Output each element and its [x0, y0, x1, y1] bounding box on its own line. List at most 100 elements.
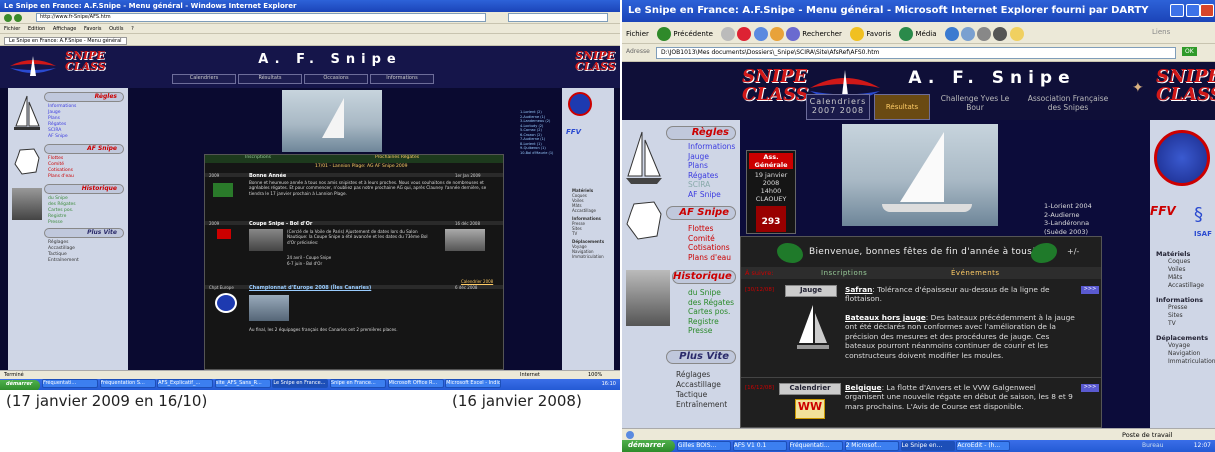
- nav-resultats[interactable]: Résultats: [238, 74, 302, 84]
- link-navigation[interactable]: Navigation: [1156, 350, 1212, 358]
- taskbar-item[interactable]: Microsoft Excel - Indic...: [445, 379, 502, 388]
- print-icon[interactable]: [977, 27, 992, 41]
- link-reglages[interactable]: Réglages: [676, 370, 727, 380]
- col-inscriptions[interactable]: Inscriptions: [821, 269, 867, 277]
- link-regates[interactable]: Régates: [688, 171, 735, 181]
- menu-favoris[interactable]: Favoris: [84, 26, 102, 32]
- close-button[interactable]: [1200, 4, 1214, 17]
- calendriers-years[interactable]: 2007 2008: [807, 106, 869, 115]
- link-accastillage-right[interactable]: Accastillage: [572, 208, 604, 213]
- link-cartes[interactable]: Cartes pos.: [688, 307, 734, 317]
- link-informations[interactable]: Informations: [688, 142, 735, 152]
- section-regles[interactable]: Règles: [666, 126, 736, 140]
- nav-association[interactable]: Association Française des Snipes: [1020, 94, 1116, 112]
- news-title[interactable]: Safran: [845, 285, 872, 294]
- link-immatriculation[interactable]: Immatriculation: [572, 254, 604, 259]
- maximize-button[interactable]: [1186, 4, 1200, 17]
- link-scira[interactable]: SCIRA: [688, 180, 735, 190]
- section-plus-vite[interactable]: Plus Vite: [666, 350, 736, 364]
- news-title[interactable]: Bonne Année: [249, 173, 286, 179]
- address-bar[interactable]: D:\JOB1013\Mes documents\Dossiers\_Snipe…: [656, 47, 1176, 59]
- link-comite[interactable]: Comité: [688, 234, 731, 244]
- forward-icon[interactable]: [13, 14, 22, 22]
- link-du-snipe[interactable]: du Snipe: [688, 288, 734, 298]
- favorites-label[interactable]: Favoris: [866, 30, 891, 38]
- more-button[interactable]: >>>: [1081, 384, 1099, 392]
- nav-occasions[interactable]: Occasions: [304, 74, 368, 84]
- taskbar-item[interactable]: Fréquentation S...: [99, 379, 156, 388]
- nav-challenge[interactable]: Challenge Yves Le Bour: [940, 94, 1010, 112]
- stop-icon[interactable]: [737, 27, 752, 41]
- link-coques[interactable]: Coques: [1156, 258, 1212, 266]
- taskbar-item[interactable]: site_AFS_Sans_R...: [214, 379, 271, 388]
- start-button[interactable]: démarrer: [622, 440, 675, 452]
- media-label[interactable]: Média: [915, 30, 936, 38]
- more-button[interactable]: >>>: [1081, 286, 1099, 294]
- link-flottes[interactable]: Flottes: [688, 224, 731, 234]
- taskbar-item[interactable]: 2 Microsof...: [844, 440, 899, 451]
- home-icon[interactable]: [769, 27, 784, 41]
- nav-informations[interactable]: Informations: [370, 74, 434, 84]
- link-plans[interactable]: Plans: [688, 161, 735, 171]
- link-entrainement[interactable]: Entraînement: [676, 400, 727, 410]
- news-tag-calendrier[interactable]: Calendrier: [779, 383, 841, 395]
- forward-icon[interactable]: [721, 27, 736, 41]
- search-label[interactable]: Rechercher: [802, 30, 842, 38]
- minimize-button[interactable]: [1170, 4, 1184, 17]
- search-input[interactable]: [508, 13, 608, 22]
- menu-help[interactable]: ?: [131, 26, 134, 32]
- link-immatriculation[interactable]: Immatriculation: [1156, 358, 1215, 366]
- menu-fichier[interactable]: Fichier: [626, 30, 649, 38]
- zoom-level[interactable]: 100%: [588, 372, 602, 378]
- link-tv[interactable]: TV: [572, 231, 604, 236]
- desktop-toolbar[interactable]: Bureau: [1142, 442, 1163, 449]
- link-voiles[interactable]: Voiles: [1156, 266, 1212, 274]
- menu-outils[interactable]: Outils: [109, 26, 123, 32]
- link-plans-deau[interactable]: Plans d'eau: [48, 174, 74, 180]
- search-icon[interactable]: [786, 27, 801, 41]
- link-accastillage-right[interactable]: Accastillage: [1156, 282, 1212, 290]
- links-label[interactable]: Liens: [1152, 28, 1170, 36]
- favorites-icon[interactable]: [850, 27, 865, 41]
- news-title[interactable]: Belgique: [845, 383, 882, 392]
- link-tactique[interactable]: Tactique: [676, 390, 727, 400]
- calendar-link[interactable]: Calendrier 2008: [461, 279, 493, 284]
- link-des-regates[interactable]: des Régates: [688, 298, 734, 308]
- taskbar-item[interactable]: Gilles BOIS...: [676, 440, 731, 451]
- section-afsnipe[interactable]: AF Snipe: [666, 206, 736, 220]
- edit-icon[interactable]: [993, 27, 1008, 41]
- menu-affichage[interactable]: Affichage: [53, 26, 77, 32]
- link-presse-right[interactable]: Presse: [1156, 304, 1212, 312]
- section-historique[interactable]: Historique: [44, 184, 124, 194]
- section-afsnipe[interactable]: AF Snipe: [44, 144, 124, 154]
- taskbar-item[interactable]: AFS V1 0.1: [732, 440, 787, 451]
- go-button[interactable]: OK: [1182, 47, 1197, 56]
- back-icon[interactable]: [4, 14, 12, 22]
- link-accastillage[interactable]: Accastillage: [676, 380, 727, 390]
- address-bar[interactable]: http://www.fr-Snipe/AFS.htm: [36, 13, 486, 22]
- next-regatta[interactable]: 17/01 - Lannion Plage: AG AF Snipe 2009: [315, 164, 407, 169]
- ag-box[interactable]: Ass. Générale 19 janvier 2008 14h00 CLAO…: [746, 150, 796, 234]
- section-regles[interactable]: Règles: [44, 92, 124, 102]
- history-icon[interactable]: [944, 27, 959, 41]
- menu-fichier[interactable]: Fichier: [4, 26, 20, 32]
- taskbar-item[interactable]: Fréquentati...: [41, 379, 98, 388]
- link-cotisations[interactable]: Cotisations: [688, 243, 731, 253]
- link-registre[interactable]: Registre: [688, 317, 734, 327]
- taskbar-item-active[interactable]: Le Snipe en...: [900, 440, 955, 451]
- section-historique[interactable]: Historique: [672, 270, 736, 284]
- link-jauge[interactable]: Jauge: [688, 152, 735, 162]
- news-title[interactable]: Bateaux hors jauge: [845, 313, 926, 322]
- taskbar-item[interactable]: AcroEdit - (h...: [956, 440, 1011, 451]
- link-tv[interactable]: TV: [1156, 320, 1212, 328]
- taskbar-item[interactable]: AFS_Explicatif_...: [157, 379, 214, 388]
- nav-calendriers[interactable]: Calendriers 2007 2008: [806, 94, 870, 120]
- media-icon[interactable]: [899, 27, 914, 41]
- news-title[interactable]: Championnat d'Europe 2008 (Îles Canaries…: [249, 285, 371, 291]
- news-title[interactable]: Coupe Snipe - Bol d'Or: [249, 221, 312, 227]
- link-afsnipe[interactable]: AF Snipe: [688, 190, 735, 200]
- link-presse[interactable]: Presse: [48, 220, 76, 226]
- back-icon[interactable]: [657, 27, 672, 41]
- nav-calendriers[interactable]: Calendriers: [172, 74, 236, 84]
- menu-edition[interactable]: Edition: [28, 26, 45, 32]
